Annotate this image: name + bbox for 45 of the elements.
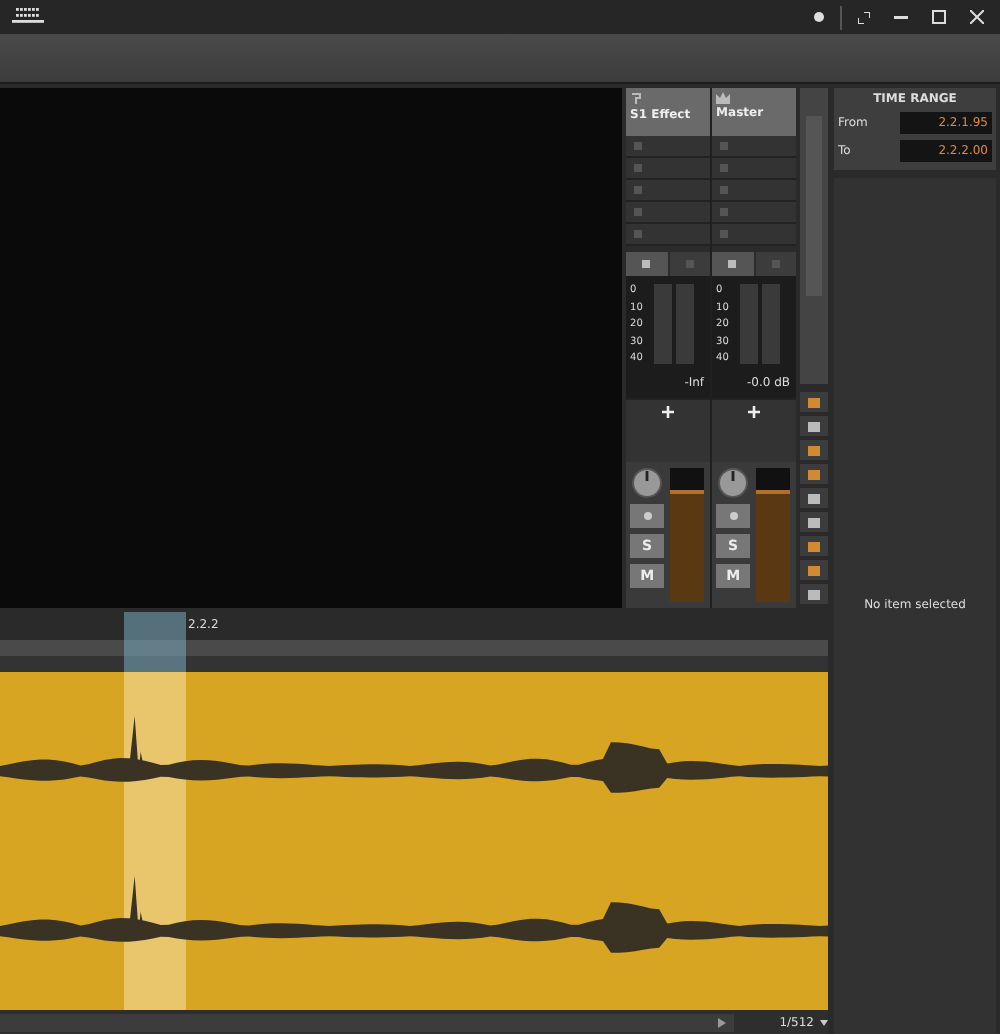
volume-fader[interactable] (670, 468, 705, 602)
stop-button[interactable] (669, 252, 711, 276)
minimize-icon[interactable] (894, 15, 908, 19)
panel-toggle-icon[interactable] (800, 416, 828, 436)
fullscreen-icon[interactable] (858, 11, 870, 23)
clip-slot[interactable] (626, 158, 711, 180)
level-meter (740, 284, 781, 364)
horizontal-scrollbar[interactable] (0, 1013, 734, 1031)
record-icon[interactable] (814, 12, 824, 22)
app-logo-icon (12, 8, 44, 26)
clip-slot[interactable] (712, 136, 797, 158)
maximize-icon[interactable] (932, 10, 946, 24)
clip-slot[interactable] (712, 224, 797, 246)
add-plus-icon[interactable] (662, 406, 675, 418)
pan-knob[interactable] (632, 468, 663, 498)
panel-toggle-icon[interactable] (800, 440, 828, 460)
panel-toggle-icon[interactable] (800, 464, 828, 484)
crown-icon (716, 92, 731, 104)
clip-slot[interactable] (626, 224, 711, 246)
level-meter (654, 284, 695, 364)
panel-toggle-icon[interactable] (800, 512, 828, 532)
audio-clip[interactable] (0, 672, 828, 1010)
stop-button[interactable] (626, 252, 668, 276)
stop-button[interactable] (712, 252, 754, 276)
clip-slot[interactable] (712, 158, 797, 180)
clip-slot[interactable] (626, 136, 711, 158)
effect-track-icon (630, 92, 645, 106)
panel-toggle-icon[interactable] (800, 392, 828, 412)
play-icon[interactable] (717, 1017, 726, 1027)
caret-icon[interactable] (820, 1019, 828, 1025)
clip-slot[interactable] (712, 202, 797, 224)
clip-slot[interactable] (712, 180, 797, 202)
panel-toggle-icon[interactable] (800, 560, 828, 580)
pan-knob[interactable] (718, 468, 749, 498)
panel-toggle-icon[interactable] (800, 488, 828, 508)
clip-slot[interactable] (626, 202, 711, 224)
clip-slot[interactable] (626, 180, 711, 202)
record-arm-button[interactable] (630, 504, 665, 528)
panel-toggle-icon[interactable] (800, 584, 828, 604)
panel-toggle-icon[interactable] (800, 536, 828, 556)
scrollbar[interactable] (800, 88, 828, 384)
record-arm-button[interactable] (716, 504, 751, 528)
volume-fader[interactable] (756, 468, 791, 602)
add-plus-icon[interactable] (748, 406, 761, 418)
close-icon[interactable] (970, 10, 984, 24)
